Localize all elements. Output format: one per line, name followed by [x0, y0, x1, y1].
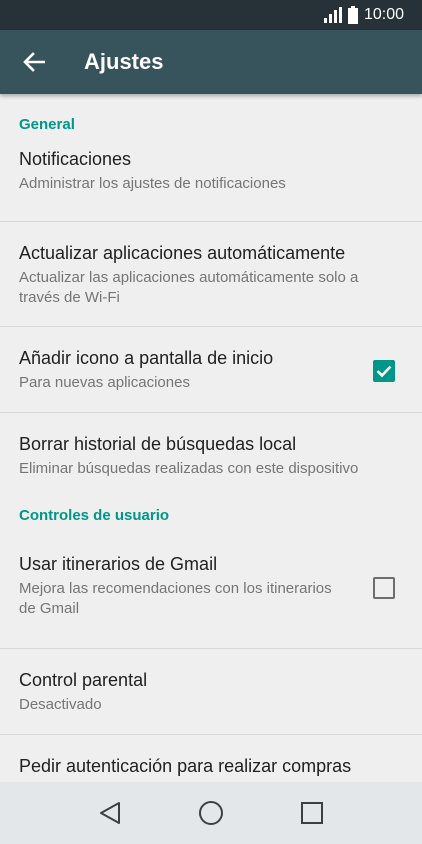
setting-add-icon[interactable]: Añadir icono a pantalla de inicio Para n…: [0, 327, 422, 413]
signal-icon: [323, 7, 342, 23]
setting-gmail-itineraries[interactable]: Usar itinerarios de Gmail Mejora las rec…: [0, 548, 422, 649]
app-bar: Ajustes: [0, 30, 422, 94]
gmail-itineraries-checkbox[interactable]: [373, 577, 395, 599]
page-title: Ajustes: [84, 49, 164, 74]
section-header-general: General: [19, 116, 75, 133]
setting-subtitle: Para nuevas aplicaciones: [19, 374, 190, 391]
setting-subtitle: Desactivado: [19, 696, 102, 713]
square-recents-icon: [300, 802, 323, 824]
circle-home-icon: [198, 801, 223, 825]
settings-list[interactable]: General Notificaciones Administrar los a…: [0, 94, 422, 782]
navigation-bar: [0, 782, 422, 844]
arrow-left-icon: [23, 52, 45, 72]
setting-title: Control parental: [19, 670, 148, 690]
status-bar: 10:00: [0, 0, 422, 30]
triangle-back-icon: [100, 802, 121, 824]
setting-purchase-auth[interactable]: Pedir autenticación para realizar compra…: [0, 735, 422, 782]
setting-subtitle: Actualizar las aplicaciones automáticame…: [19, 269, 359, 306]
setting-clear-history[interactable]: Borrar historial de búsquedas local Elim…: [0, 413, 422, 495]
setting-title: Pedir autenticación para realizar compra…: [19, 756, 352, 776]
back-button[interactable]: [0, 30, 68, 94]
setting-title: Actualizar aplicaciones automáticamente: [19, 243, 346, 263]
section-header-user-controls: Controles de usuario: [19, 507, 170, 524]
setting-subtitle: Administrar los ajustes de notificacione…: [19, 175, 286, 192]
setting-subtitle: Mejora las recomendaciones con los itine…: [19, 580, 332, 617]
nav-home-button[interactable]: [181, 788, 241, 838]
add-icon-checkbox[interactable]: [373, 360, 395, 382]
check-icon: [376, 365, 392, 378]
nav-recents-button[interactable]: [282, 788, 342, 838]
battery-icon: [347, 6, 358, 24]
setting-title: Notificaciones: [19, 149, 132, 169]
setting-title: Añadir icono a pantalla de inicio: [19, 348, 274, 368]
setting-auto-update[interactable]: Actualizar aplicaciones automáticamente …: [0, 222, 422, 327]
setting-title: Borrar historial de búsquedas local: [19, 434, 297, 454]
setting-parental-control[interactable]: Control parental Desactivado: [0, 649, 422, 735]
setting-subtitle: Eliminar búsquedas realizadas con este d…: [19, 460, 359, 477]
nav-back-button[interactable]: [80, 788, 140, 838]
setting-title: Usar itinerarios de Gmail: [19, 554, 218, 574]
status-time: 10:00: [363, 6, 404, 23]
setting-notifications[interactable]: Notificaciones Administrar los ajustes d…: [0, 149, 422, 222]
